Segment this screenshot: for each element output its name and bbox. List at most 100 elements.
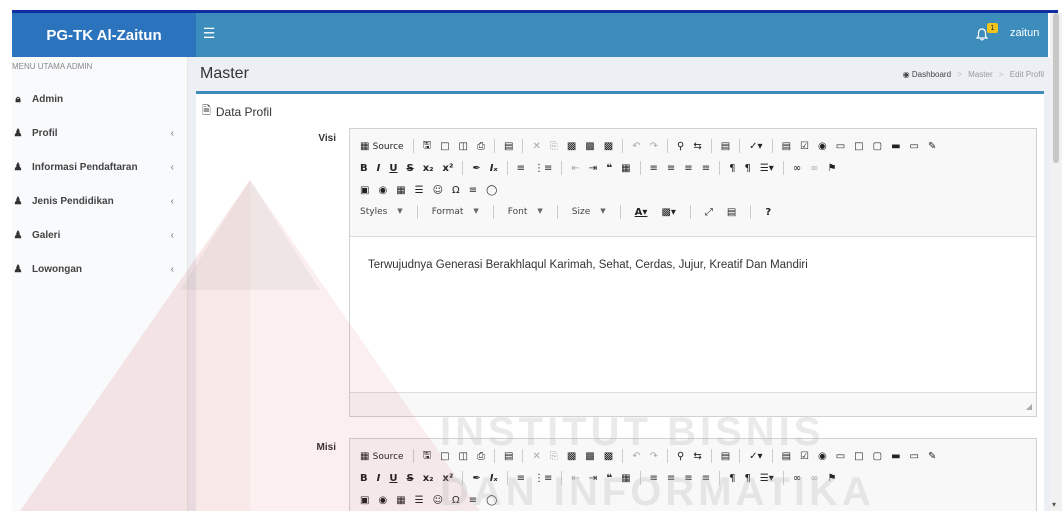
sidebar-item-informasi-pendaftaran[interactable]: ♟ Informasi Pendaftaran ‹ [12, 155, 188, 179]
iframe-icon[interactable]: ◯ [486, 495, 497, 506]
background-color-icon[interactable]: ▩▾ [661, 207, 675, 218]
size-dropdown[interactable]: Size ▼ [572, 207, 606, 217]
find-icon[interactable]: ⚲ [677, 451, 684, 462]
select-all-icon[interactable]: ▤ [721, 141, 730, 152]
bulleted-list-icon[interactable]: ⋮≡ [534, 163, 552, 174]
bulleted-list-icon[interactable]: ⋮≡ [534, 473, 552, 484]
italic-icon[interactable]: I [377, 163, 381, 174]
breadcrumb-dashboard[interactable]: Dashboard [912, 70, 951, 79]
font-dropdown[interactable]: Font ▼ [508, 207, 543, 217]
anchor-icon[interactable]: ⚑ [828, 473, 837, 484]
table-icon[interactable]: ▦ [396, 185, 405, 196]
paste-text-icon[interactable]: ▩ [585, 451, 594, 462]
copy-icon[interactable]: ⎘ [550, 141, 558, 152]
format-dropdown[interactable]: Format ▼ [432, 207, 479, 217]
scroll-down-icon[interactable]: ▾ [1052, 500, 1060, 509]
image-button-icon[interactable]: ▭ [910, 141, 919, 152]
blockquote-icon[interactable]: ❝ [606, 163, 612, 174]
numbered-list-icon[interactable]: ≡ [517, 163, 525, 174]
textfield-icon[interactable]: ▭ [836, 451, 845, 462]
page-scrollbar[interactable] [1050, 13, 1062, 511]
visi-edit-area[interactable]: Terwujudnya Generasi Berakhlaqul Karimah… [350, 236, 1036, 393]
horizontal-line-icon[interactable]: ☰ [415, 185, 424, 196]
ltr-icon[interactable]: ¶ [729, 473, 735, 484]
image-icon[interactable]: ▣ [360, 495, 369, 506]
paste-word-icon[interactable]: ▩ [604, 141, 613, 152]
spellcheck-icon[interactable]: ✓▾ [749, 141, 762, 152]
unlink-icon[interactable]: ∞ [810, 473, 818, 484]
italic-icon[interactable]: I [377, 473, 381, 484]
find-icon[interactable]: ⚲ [677, 141, 684, 152]
textarea-icon[interactable]: □ [854, 451, 863, 462]
superscript-icon[interactable]: x² [443, 473, 454, 484]
div-icon[interactable]: ▦ [621, 473, 630, 484]
help-icon[interactable]: ? [765, 207, 771, 218]
link-icon[interactable]: ∞ [793, 473, 801, 484]
unlink-icon[interactable]: ∞ [810, 163, 818, 174]
align-left-icon[interactable]: ≡ [650, 163, 658, 174]
horizontal-line-icon[interactable]: ☰ [415, 495, 424, 506]
bold-icon[interactable]: B [360, 163, 368, 174]
align-left-icon[interactable]: ≡ [650, 473, 658, 484]
subscript-icon[interactable]: x₂ [423, 163, 434, 174]
replace-icon[interactable]: ⇆ [693, 141, 701, 152]
save-icon[interactable]: 🖫︎ [423, 448, 432, 465]
justify-icon[interactable]: ≡ [702, 163, 710, 174]
form-icon[interactable]: ▤ [782, 451, 791, 462]
sidebar-item-jenis-pendidikan[interactable]: ♟ Jenis Pendidikan ‹ [12, 189, 188, 213]
source-button[interactable]: ▦ Source [360, 451, 404, 462]
iframe-icon[interactable]: ◯ [486, 185, 497, 196]
smiley-icon[interactable]: ☺ [433, 495, 443, 506]
undo-icon[interactable]: ↶ [632, 451, 640, 462]
hidden-field-icon[interactable]: ✎ [928, 451, 936, 462]
select-icon[interactable]: ▢ [873, 451, 882, 462]
button-icon[interactable]: ▬ [891, 451, 900, 462]
radio-icon[interactable]: ◉ [818, 451, 827, 462]
strikethrough-icon[interactable]: S [406, 473, 413, 484]
copy-format-icon[interactable]: ✒ [472, 163, 480, 174]
button-icon[interactable]: ▬ [891, 141, 900, 152]
align-right-icon[interactable]: ≡ [684, 473, 692, 484]
sidebar-item-admin[interactable]: 🔒︎ Admin [12, 87, 188, 111]
image-icon[interactable]: ▣ [360, 185, 369, 196]
paste-text-icon[interactable]: ▩ [585, 141, 594, 152]
resize-handle-icon[interactable]: ◢ [1026, 402, 1032, 411]
outdent-icon[interactable]: ⇤ [571, 473, 579, 484]
ltr-icon[interactable]: ¶ [729, 163, 735, 174]
preview-icon[interactable]: ◫ [459, 141, 468, 152]
checkbox-icon[interactable]: ☑ [800, 141, 809, 152]
form-icon[interactable]: ▤ [782, 141, 791, 152]
numbered-list-icon[interactable]: ≡ [517, 473, 525, 484]
bold-icon[interactable]: B [360, 473, 368, 484]
spellcheck-icon[interactable]: ✓▾ [749, 451, 762, 462]
outdent-icon[interactable]: ⇤ [571, 163, 579, 174]
page-break-icon[interactable]: ≡ [469, 185, 477, 196]
special-char-icon[interactable]: Ω [452, 185, 460, 196]
radio-icon[interactable]: ◉ [818, 141, 827, 152]
smiley-icon[interactable]: ☺ [433, 185, 443, 196]
language-icon[interactable]: ☰▾ [760, 473, 774, 484]
breadcrumb-master[interactable]: Master [968, 70, 992, 79]
copy-icon[interactable]: ⎘ [550, 451, 558, 462]
remove-format-icon[interactable]: Iₓ [490, 473, 498, 484]
align-right-icon[interactable]: ≡ [684, 163, 692, 174]
paste-word-icon[interactable]: ▩ [604, 451, 613, 462]
redo-icon[interactable]: ↷ [650, 141, 658, 152]
print-icon[interactable]: ⎙ [477, 141, 485, 152]
cut-icon[interactable]: ✕ [532, 141, 540, 152]
redo-icon[interactable]: ↷ [650, 451, 658, 462]
sidebar-item-galeri[interactable]: ♟ Galeri ‹ [12, 223, 188, 247]
preview-icon[interactable]: ◫ [459, 451, 468, 462]
textfield-icon[interactable]: ▭ [836, 141, 845, 152]
justify-icon[interactable]: ≡ [702, 473, 710, 484]
indent-icon[interactable]: ⇥ [589, 163, 597, 174]
copy-format-icon[interactable]: ✒ [472, 473, 480, 484]
rtl-icon[interactable]: ¶ [744, 473, 750, 484]
new-page-icon[interactable]: □ [440, 451, 449, 462]
sidebar-item-lowongan[interactable]: ♟ Lowongan ‹ [12, 257, 188, 281]
superscript-icon[interactable]: x² [443, 163, 454, 174]
templates-icon[interactable]: ▤ [504, 141, 513, 152]
cut-icon[interactable]: ✕ [532, 451, 540, 462]
save-icon[interactable]: 🖫︎ [423, 138, 432, 155]
text-color-icon[interactable]: A▾ [635, 207, 648, 218]
